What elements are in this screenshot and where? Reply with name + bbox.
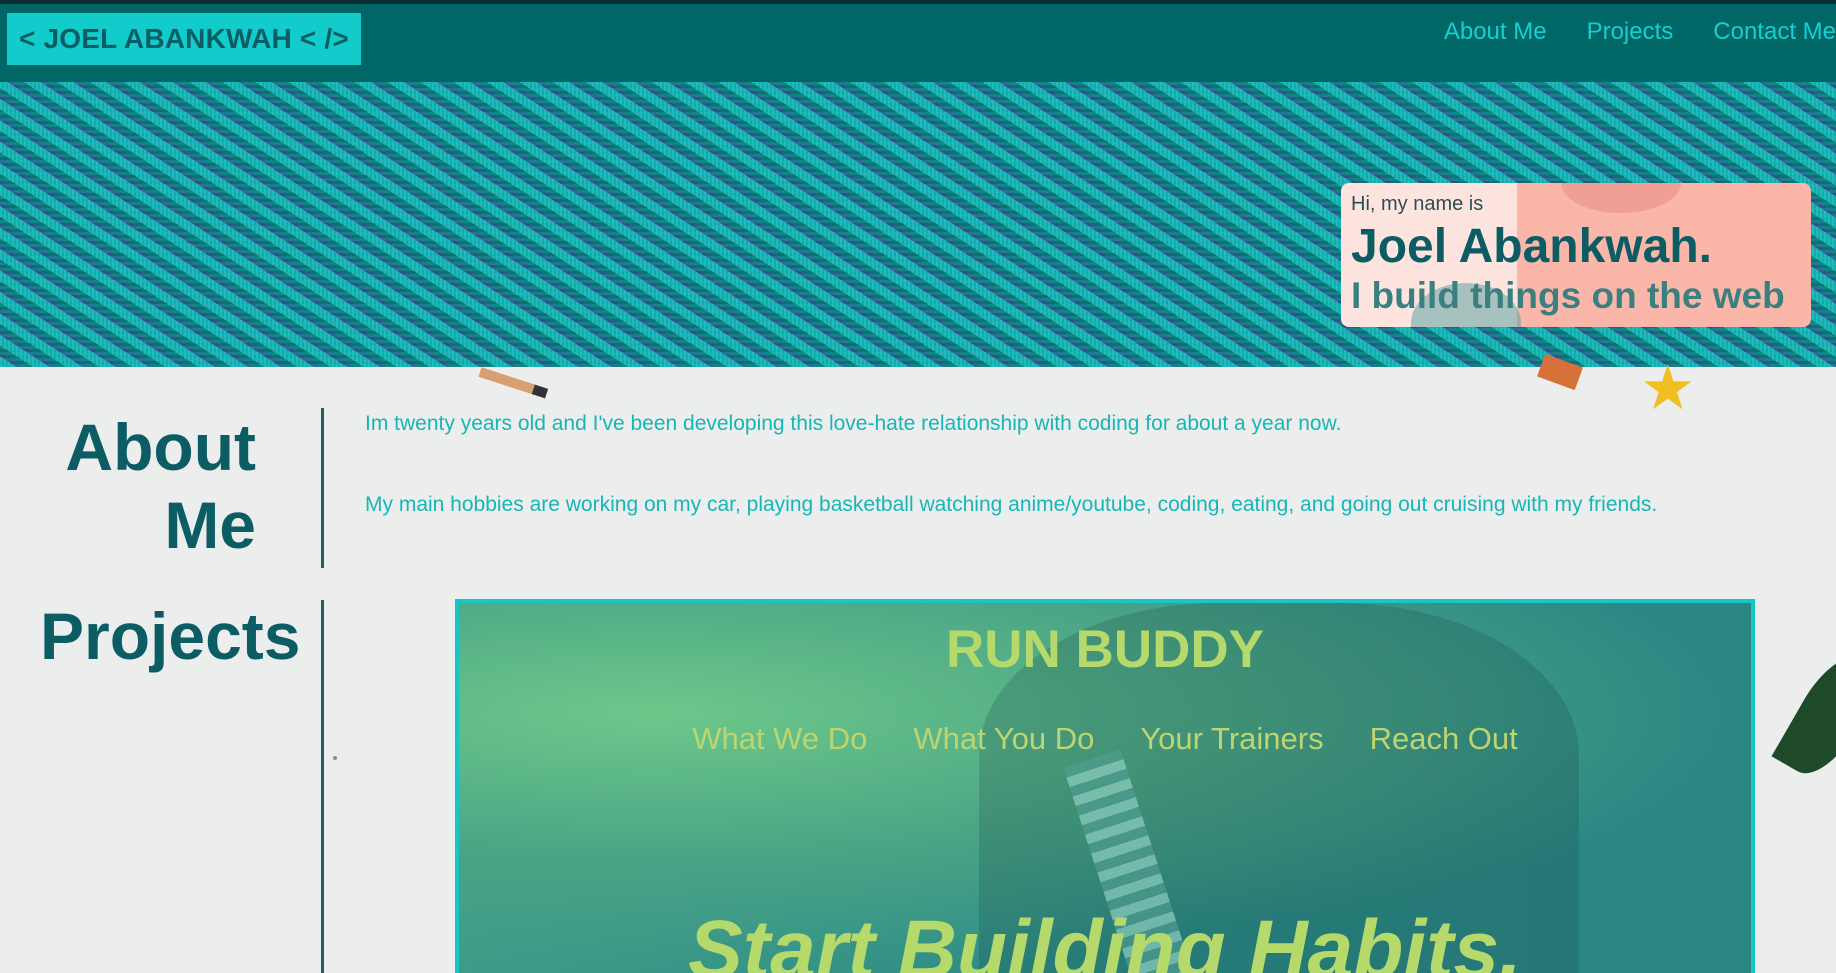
- pencil-decoration: [478, 367, 549, 399]
- project-headline: Start Building Habits.: [688, 904, 1522, 973]
- nav-projects[interactable]: Projects: [1587, 18, 1674, 46]
- star-decoration: ★: [1640, 354, 1696, 423]
- dot-mark: [333, 756, 337, 760]
- project-nav-item: What You Do: [913, 721, 1095, 756]
- project-nav-item: Your Trainers: [1140, 721, 1324, 756]
- intro-card: Hi, my name is Joel Abankwah. I build th…: [1341, 183, 1811, 327]
- projects-heading: Projects: [40, 599, 301, 673]
- decorative-blob: [1561, 183, 1681, 213]
- nav-about-me[interactable]: About Me: [1444, 18, 1547, 46]
- project-nav: What We Do What You Do Your Trainers Rea…: [459, 721, 1751, 757]
- logo-link[interactable]: < JOEL ABANKWAH < />: [7, 13, 361, 65]
- about-me-heading: About Me: [40, 408, 256, 564]
- about-heading-line2: Me: [164, 488, 256, 562]
- intro-name: Joel Abankwah.: [1351, 220, 1712, 273]
- intro-tagline: I build things on the web: [1351, 275, 1785, 316]
- project-title: RUN BUDDY: [946, 620, 1264, 679]
- section-divider: [321, 408, 324, 568]
- project-nav-item: What We Do: [692, 721, 868, 756]
- nav-contact-me[interactable]: Contact Me: [1713, 18, 1836, 46]
- section-divider: [321, 600, 324, 973]
- project-card-run-buddy[interactable]: RUN BUDDY What We Do What You Do Your Tr…: [455, 599, 1755, 973]
- about-heading-line1: About: [65, 410, 256, 484]
- main-nav: About Me Projects Contact Me: [1404, 18, 1836, 46]
- about-paragraph: My main hobbies are working on my car, p…: [365, 493, 1658, 516]
- intro-greeting: Hi, my name is: [1351, 193, 1484, 215]
- leaf-decoration: [1771, 643, 1836, 787]
- site-header: < JOEL ABANKWAH < /> About Me Projects C…: [0, 4, 1836, 82]
- project-nav-item: Reach Out: [1369, 721, 1518, 756]
- about-paragraph: Im twenty years old and I've been develo…: [365, 412, 1342, 435]
